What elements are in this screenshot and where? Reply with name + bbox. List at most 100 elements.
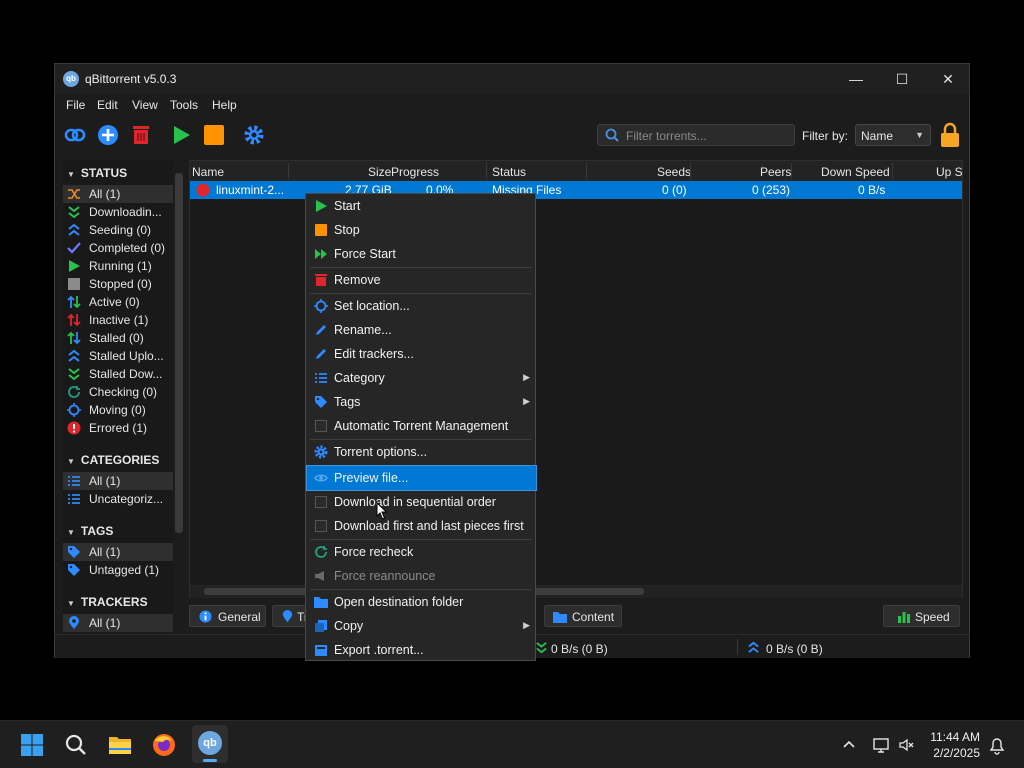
download-speed[interactable]: 0 B/s (0 B) bbox=[551, 642, 608, 656]
menu-open-destination-folder[interactable]: Open destination folder bbox=[307, 590, 536, 614]
volume-muted-icon[interactable] bbox=[898, 736, 916, 754]
column-status[interactable]: Status bbox=[492, 165, 526, 179]
status-stalled[interactable]: Stalled (0) bbox=[63, 329, 173, 347]
maximize-button[interactable]: ☐ bbox=[879, 64, 925, 94]
qbittorrent-taskbar-button[interactable]: qb bbox=[192, 725, 228, 763]
menu-start[interactable]: Start bbox=[307, 194, 536, 218]
tag-all[interactable]: All (1) bbox=[63, 543, 173, 561]
play-icon bbox=[69, 260, 80, 272]
firefox-icon[interactable] bbox=[152, 733, 176, 757]
column-divider[interactable] bbox=[892, 163, 893, 179]
status-active[interactable]: Active (0) bbox=[63, 293, 173, 311]
scrollbar-thumb[interactable] bbox=[175, 173, 183, 533]
clock-time[interactable]: 11:44 AM bbox=[930, 730, 980, 744]
upload-speed[interactable]: 0 B/s (0 B) bbox=[766, 642, 823, 656]
status-checking[interactable]: Checking (0) bbox=[63, 383, 173, 401]
sidebar-scrollbar[interactable] bbox=[173, 159, 185, 633]
filter-by-select[interactable]: Name ▼ bbox=[855, 124, 931, 146]
checkbox[interactable] bbox=[315, 496, 327, 508]
title-bar[interactable]: qb qBittorrent v5.0.3 — ☐ ✕ bbox=[55, 64, 969, 94]
status-running[interactable]: Running (1) bbox=[63, 257, 173, 275]
status-stopped[interactable]: Stopped (0) bbox=[63, 275, 173, 293]
column-size[interactable]: Size bbox=[368, 165, 391, 179]
tag-untagged[interactable]: Untagged (1) bbox=[63, 561, 173, 579]
add-link-icon[interactable] bbox=[64, 124, 86, 146]
menu-rename[interactable]: Rename... bbox=[307, 318, 536, 342]
menu-file[interactable]: File bbox=[66, 98, 85, 112]
menu-remove[interactable]: Remove bbox=[307, 268, 536, 292]
column-down-speed[interactable]: Down Speed bbox=[821, 165, 890, 179]
start-icon[interactable] bbox=[170, 124, 192, 146]
column-progress[interactable]: Progress bbox=[391, 165, 439, 179]
category-uncategorized[interactable]: Uncategoriz... bbox=[63, 490, 173, 508]
collapse-icon: ▼ bbox=[67, 599, 75, 608]
menu-view[interactable]: View bbox=[132, 98, 158, 112]
menu-tools[interactable]: Tools bbox=[170, 98, 198, 112]
notification-bell-icon[interactable] bbox=[988, 735, 1006, 755]
status-seeding[interactable]: Seeding (0) bbox=[63, 221, 173, 239]
tags-section-header[interactable]: ▼ TAGS bbox=[67, 524, 113, 538]
category-all[interactable]: All (1) bbox=[63, 472, 173, 490]
clock-date[interactable]: 2/2/2025 bbox=[933, 746, 980, 760]
categories-section-header[interactable]: ▼ CATEGORIES bbox=[67, 453, 159, 467]
categories-header-label: CATEGORIES bbox=[80, 453, 160, 467]
status-downloading[interactable]: Downloadin... bbox=[63, 203, 173, 221]
menu-category[interactable]: Category ▶ bbox=[307, 366, 536, 390]
file-explorer-icon[interactable] bbox=[108, 733, 132, 757]
status-inactive[interactable]: Inactive (1) bbox=[63, 311, 173, 329]
stop-icon[interactable] bbox=[203, 124, 225, 146]
menu-torrent-options[interactable]: Torrent options... bbox=[307, 440, 536, 464]
status-completed[interactable]: Completed (0) bbox=[63, 239, 173, 257]
status-stalled-downloading[interactable]: Stalled Dow... bbox=[63, 365, 173, 383]
close-button[interactable]: ✕ bbox=[925, 64, 971, 94]
tracker-all[interactable]: All (1) bbox=[63, 614, 173, 632]
menu-force-recheck[interactable]: Force recheck bbox=[307, 540, 536, 564]
options-gear-icon[interactable] bbox=[243, 124, 265, 146]
add-torrent-icon[interactable] bbox=[97, 124, 119, 146]
menu-set-location[interactable]: Set location... bbox=[307, 294, 536, 318]
menu-help[interactable]: Help bbox=[212, 98, 237, 112]
column-up-speed[interactable]: Up S bbox=[936, 165, 963, 179]
status-stalled-uploading[interactable]: Stalled Uplo... bbox=[63, 347, 173, 365]
menu-stop[interactable]: Stop bbox=[307, 218, 536, 242]
checkbox[interactable] bbox=[315, 520, 327, 532]
tab-speed[interactable]: Speed bbox=[883, 605, 960, 627]
checkbox[interactable] bbox=[315, 420, 327, 432]
menu-edit-trackers[interactable]: Edit trackers... bbox=[307, 342, 536, 366]
column-seeds[interactable]: Seeds bbox=[657, 165, 691, 179]
column-divider[interactable] bbox=[288, 163, 289, 179]
menu-automatic-torrent-management[interactable]: Automatic Torrent Management bbox=[307, 414, 536, 438]
chevron-up-icon[interactable] bbox=[842, 738, 856, 752]
minimize-button[interactable]: — bbox=[833, 64, 879, 94]
status-label: All (1) bbox=[89, 187, 121, 201]
tab-content[interactable]: Content bbox=[544, 605, 622, 627]
column-divider[interactable] bbox=[791, 163, 792, 179]
filter-torrents-input[interactable]: Filter torrents... bbox=[597, 124, 795, 146]
menu-download-first-last[interactable]: Download first and last pieces first bbox=[307, 514, 536, 538]
menu-edit[interactable]: Edit bbox=[97, 98, 118, 112]
menu-tags[interactable]: Tags ▶ bbox=[307, 390, 536, 414]
column-divider[interactable] bbox=[690, 163, 691, 179]
menu-copy[interactable]: Copy ▶ bbox=[307, 614, 536, 638]
column-name[interactable]: Name bbox=[192, 165, 224, 179]
status-section-header[interactable]: ▼ STATUS bbox=[67, 166, 127, 180]
status-moving[interactable]: Moving (0) bbox=[63, 401, 173, 419]
column-peers[interactable]: Peers bbox=[760, 165, 791, 179]
windows-start-icon[interactable] bbox=[20, 733, 44, 757]
play-icon bbox=[316, 200, 327, 212]
search-icon[interactable] bbox=[64, 733, 88, 757]
menu-preview-file[interactable]: Preview file... bbox=[306, 465, 537, 491]
status-errored[interactable]: Errored (1) bbox=[63, 419, 173, 437]
lock-icon[interactable] bbox=[939, 122, 961, 148]
status-all[interactable]: All (1) bbox=[63, 185, 173, 203]
column-divider[interactable] bbox=[486, 163, 487, 179]
remove-torrent-icon[interactable] bbox=[130, 124, 152, 146]
status-header-label: STATUS bbox=[80, 166, 128, 180]
column-divider[interactable] bbox=[586, 163, 587, 179]
menu-force-start[interactable]: Force Start bbox=[307, 242, 536, 266]
tab-general[interactable]: General bbox=[189, 605, 266, 627]
trackers-section-header[interactable]: ▼ TRACKERS bbox=[67, 595, 148, 609]
menu-download-sequential[interactable]: Download in sequential order bbox=[307, 490, 536, 514]
menu-export-torrent[interactable]: Export .torrent... bbox=[307, 638, 536, 662]
network-icon[interactable] bbox=[872, 736, 890, 754]
